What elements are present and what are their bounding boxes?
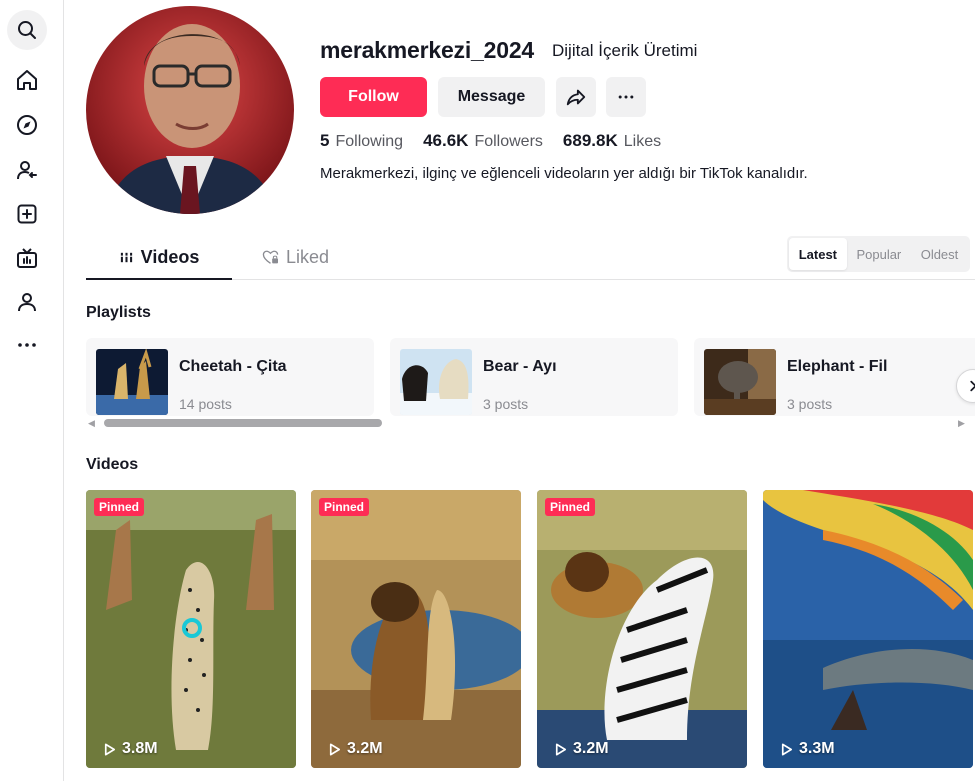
playlist-count: 3 posts [787, 396, 833, 412]
nav-more-button[interactable] [7, 325, 47, 365]
playlist-thumbnail [400, 349, 472, 415]
stat-following[interactable]: 5 Following [320, 131, 403, 151]
nav-upload-button[interactable] [7, 194, 47, 234]
video-card[interactable]: 3.3M [763, 490, 973, 768]
tab-liked[interactable]: Liked [262, 236, 329, 279]
play-icon [329, 743, 341, 755]
search-button[interactable] [7, 10, 47, 50]
stat-likes: 689.8K Likes [563, 131, 661, 151]
playlist-count: 3 posts [483, 396, 529, 412]
video-card[interactable]: Pinned 3.8M [86, 490, 296, 768]
profile-bio: Merakmerkezi, ilginç ve eğlenceli videol… [320, 165, 808, 182]
share-icon [566, 89, 586, 106]
video-view-count: 3.8M [122, 740, 158, 757]
videos-heading: Videos [86, 456, 139, 473]
sort-oldest[interactable]: Oldest [911, 238, 968, 270]
explore-icon [17, 115, 37, 135]
profile-username: merakmerkezi_2024 [320, 37, 534, 63]
pinned-badge: Pinned [319, 498, 370, 516]
playlist-card[interactable]: Bear - Ayı 3 posts [390, 338, 678, 416]
search-icon [18, 21, 36, 39]
playlist-thumbnail [704, 349, 776, 415]
playlist-title: Elephant - Fil [787, 358, 888, 375]
video-card[interactable]: Pinned 3.2M [311, 490, 521, 768]
video-thumbnail [763, 490, 973, 768]
upload-icon [17, 204, 37, 224]
scrollbar-thumb[interactable] [104, 419, 382, 427]
more-options-button[interactable] [606, 77, 646, 117]
scroll-right-icon[interactable]: ▶ [958, 418, 965, 429]
likes-label: Likes [623, 133, 662, 150]
followers-count: 46.6K [423, 131, 469, 150]
nav-explore-button[interactable] [7, 105, 47, 145]
tab-videos[interactable]: Videos [86, 236, 232, 280]
nav-profile-button[interactable] [7, 282, 47, 322]
message-button[interactable]: Message [438, 77, 545, 117]
video-view-count: 3.2M [573, 740, 609, 757]
more-icon [18, 343, 36, 347]
playlist-card[interactable]: Elephant - Fil 3 posts [694, 338, 975, 416]
playlist-title: Bear - Ayı [483, 358, 557, 375]
liked-lock-icon [262, 250, 279, 264]
video-thumbnail [537, 490, 747, 768]
more-icon [618, 95, 634, 99]
playlists-scrollbar[interactable]: ◀ ▶ [86, 418, 970, 428]
live-icon [17, 248, 37, 268]
play-icon [104, 743, 116, 755]
sort-popular[interactable]: Popular [847, 238, 911, 270]
tab-liked-label: Liked [286, 247, 330, 267]
profile-icon [18, 293, 36, 312]
stat-followers[interactable]: 46.6K Followers [423, 131, 543, 151]
left-nav-rail [0, 0, 64, 781]
pinned-badge: Pinned [545, 498, 596, 516]
video-view-count: 3.3M [799, 740, 835, 757]
following-label: Following [335, 133, 404, 150]
following-icon [17, 161, 37, 180]
playlists-heading: Playlists [86, 304, 151, 321]
nav-following-button[interactable] [7, 150, 47, 190]
sort-latest[interactable]: Latest [789, 238, 847, 270]
playlists-carousel: Cheetah - Çita 14 posts Bear - Ayı 3 pos… [86, 338, 975, 418]
chevron-right-icon [970, 380, 975, 392]
playlist-title: Cheetah - Çita [179, 358, 287, 375]
video-card[interactable]: Pinned 3.2M [537, 490, 747, 768]
share-button[interactable] [556, 77, 596, 117]
playlist-thumbnail [96, 349, 168, 415]
pinned-badge: Pinned [94, 498, 145, 516]
home-icon [17, 70, 37, 90]
sort-segmented-control: Latest Popular Oldest [787, 236, 970, 272]
follow-button[interactable]: Follow [320, 77, 427, 117]
profile-avatar [86, 6, 294, 214]
tab-videos-label: Videos [140, 246, 200, 267]
followers-label: Followers [474, 133, 543, 150]
video-thumbnail [86, 490, 296, 768]
nav-home-button[interactable] [7, 60, 47, 100]
video-views: 3.2M [553, 740, 609, 758]
nav-live-button[interactable] [7, 238, 47, 278]
playlist-count: 14 posts [179, 396, 232, 412]
video-views: 3.8M [102, 740, 158, 758]
video-view-count: 3.2M [347, 740, 383, 757]
video-thumbnail [311, 490, 521, 768]
grid-icon [119, 252, 133, 262]
likes-count: 689.8K [562, 131, 618, 150]
profile-stats: 5 Following 46.6K Followers 689.8K Likes [320, 131, 681, 151]
profile-nickname: Dijital İçerik Üretimi [552, 41, 698, 60]
play-icon [781, 743, 793, 755]
video-views: 3.3M [779, 740, 835, 758]
video-views: 3.2M [327, 740, 383, 758]
play-icon [555, 743, 567, 755]
scroll-left-icon[interactable]: ◀ [88, 418, 95, 429]
following-count: 5 [320, 131, 330, 150]
playlist-card[interactable]: Cheetah - Çita 14 posts [86, 338, 374, 416]
